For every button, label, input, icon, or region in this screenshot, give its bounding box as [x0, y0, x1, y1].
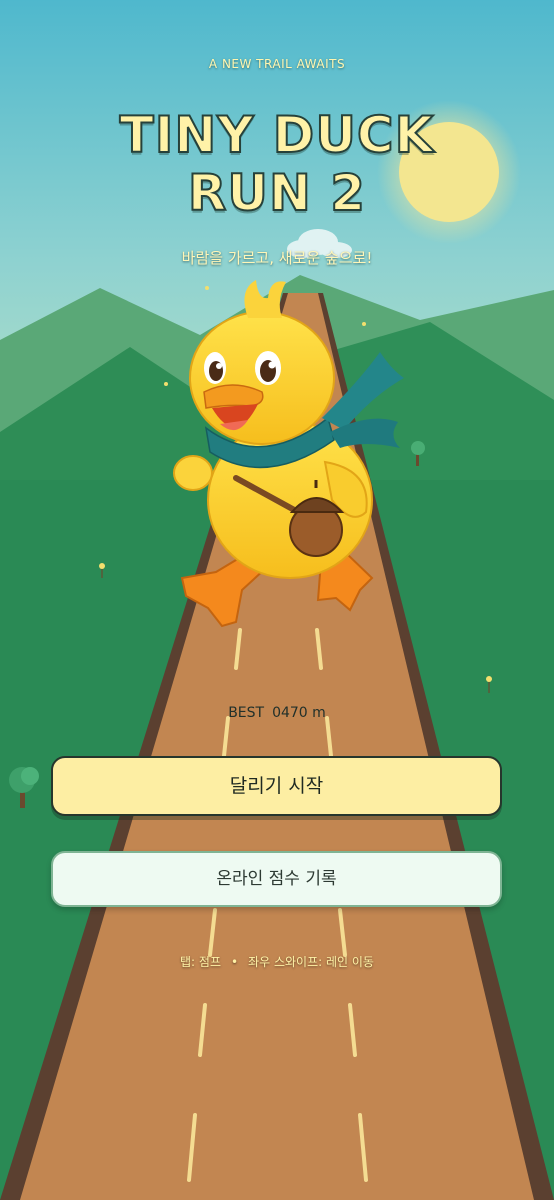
best-score-label: BEST [228, 705, 265, 721]
best-score-value: 0470 m [272, 705, 326, 721]
game-title: TINY DUCK RUN 2 [0, 105, 554, 223]
hint-swipe: 좌우 스와이프: 레인 이동 [248, 955, 374, 969]
online-scores-button[interactable]: 온라인 점수 기록 [51, 851, 502, 907]
game-title-line1: TINY DUCK [119, 105, 435, 165]
start-run-button[interactable]: 달리기 시작 [51, 756, 502, 816]
controls-hint: 탭: 점프 • 좌우 스와이프: 레인 이동 [0, 953, 554, 970]
game-title-line2: RUN 2 [187, 163, 367, 223]
subtitle: 바람을 가르고, 새로운 숲으로! [181, 249, 373, 267]
tagline: A NEW TRAIL AWAITS [208, 57, 346, 71]
best-score: BEST 0470 m [0, 705, 554, 721]
hint-tap: 탭: 점프 [180, 955, 221, 969]
hint-separator: • [231, 955, 239, 969]
